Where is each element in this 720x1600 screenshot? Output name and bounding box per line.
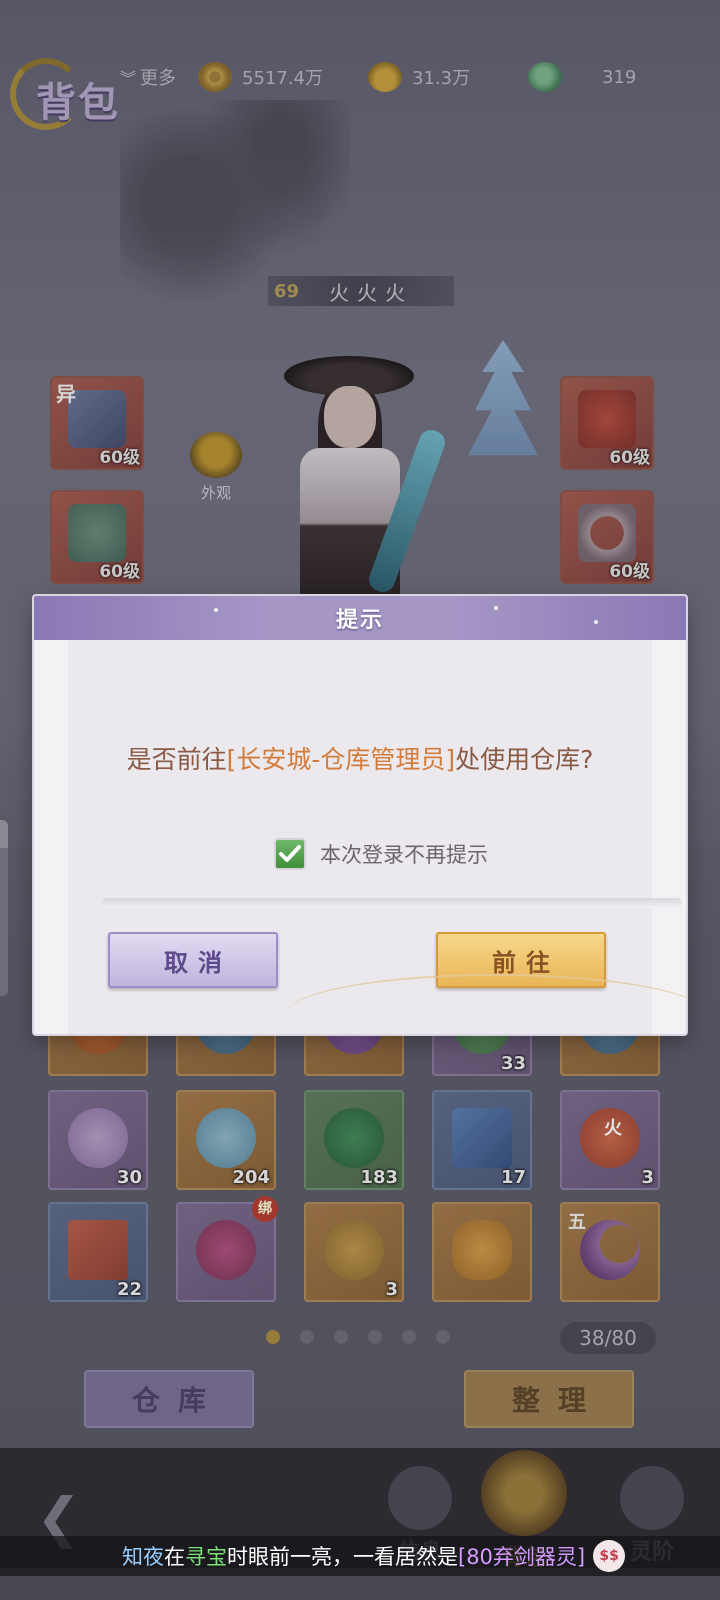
marquee-text: 在 [164, 1545, 185, 1569]
dialog-header: 提示 [34, 596, 686, 640]
marquee-activity: 寻宝 [185, 1545, 227, 1569]
money-face-emoji-icon: $$ [593, 1540, 626, 1572]
confirm-dialog: 提示 是否前往[长安城-仓库管理员]处使用仓库? 本次登录不再提示 取消 前往 [34, 596, 686, 1034]
dont-remind-row[interactable]: 本次登录不再提示 [274, 838, 488, 870]
dialog-divider [102, 898, 682, 908]
message-suffix: 处使用仓库? [455, 745, 594, 774]
marquee-item: [80弃剑器灵] [458, 1545, 586, 1569]
dialog-body: 是否前往[长安城-仓库管理员]处使用仓库? 本次登录不再提示 取消 前往 [68, 640, 682, 1034]
sparkle-icon [594, 620, 598, 624]
dialog-title: 提示 [335, 608, 384, 633]
cancel-button[interactable]: 取消 [108, 932, 278, 988]
message-prefix: 是否前往 [126, 745, 227, 774]
sparkle-icon [494, 606, 498, 610]
dialog-message: 是否前往[长安城-仓库管理员]处使用仓库? [68, 740, 652, 776]
checkmark-icon [279, 845, 301, 862]
sparkle-icon [214, 608, 218, 612]
dont-remind-label: 本次登录不再提示 [320, 843, 488, 867]
dont-remind-checkbox[interactable] [274, 838, 306, 870]
marquee-player: 知夜 [122, 1545, 164, 1569]
marquee-text: 时眼前一亮，一看居然是 [227, 1545, 458, 1569]
message-highlight: [长安城-仓库管理员] [226, 745, 456, 774]
announcement-marquee: 知夜 在 寻宝 时眼前一亮，一看居然是 [80弃剑器灵] $$ [0, 1536, 720, 1576]
